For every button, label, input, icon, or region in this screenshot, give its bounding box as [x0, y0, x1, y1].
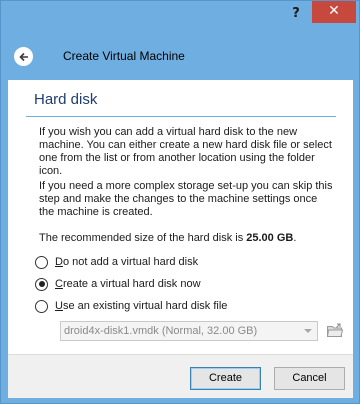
create-button[interactable]: Create [190, 367, 261, 390]
option-no-disk[interactable]: Do not add a virtual hard disk [35, 254, 198, 270]
existing-disk-select[interactable]: droid4x-disk1.vmdk (Normal, 32.00 GB) [60, 321, 318, 341]
advanced-note-text: If you need a more complex storage set-u… [39, 180, 333, 218]
radio-no-disk[interactable] [35, 255, 48, 269]
folder-icon[interactable] [326, 322, 344, 340]
wizard-title: Create Virtual Machine [63, 49, 185, 63]
close-button[interactable]: ✕ [312, 1, 356, 23]
option-create-disk[interactable]: Create a virtual hard disk now [35, 276, 201, 292]
option-create-disk-label: Create a virtual hard disk now [55, 278, 201, 290]
recommended-prefix: The recommended size of the hard disk is [39, 232, 247, 244]
chevron-down-icon [304, 329, 312, 333]
page-title: Hard disk [34, 91, 98, 108]
recommended-suffix: . [293, 232, 297, 244]
back-arrow-icon[interactable] [14, 47, 33, 66]
recommended-size-text: The recommended size of the hard disk is… [39, 232, 296, 244]
wizard-header: Create Virtual Machine [8, 33, 353, 80]
dialog-window: ? ✕ Create Virtual Machine Hard disk If … [0, 0, 360, 404]
option-existing-disk[interactable]: Use an existing virtual hard disk file [35, 298, 227, 314]
title-divider [26, 116, 336, 117]
cancel-button[interactable]: Cancel [274, 367, 345, 390]
title-bar: ? ✕ [1, 1, 359, 29]
help-button[interactable]: ? [285, 4, 307, 24]
radio-create-disk[interactable] [35, 277, 48, 291]
existing-disk-value: droid4x-disk1.vmdk (Normal, 32.00 GB) [64, 325, 258, 337]
radio-existing-disk[interactable] [35, 299, 48, 313]
description-text: If you wish you can add a virtual hard d… [39, 126, 332, 177]
option-no-disk-label: Do not add a virtual hard disk [55, 256, 199, 268]
recommended-size-value: 25.00 GB [246, 232, 294, 244]
option-existing-disk-label: Use an existing virtual hard disk file [55, 300, 228, 312]
wizard-page: Hard disk If you wish you can add a virt… [8, 80, 353, 354]
button-bar: Create Cancel [8, 354, 353, 398]
